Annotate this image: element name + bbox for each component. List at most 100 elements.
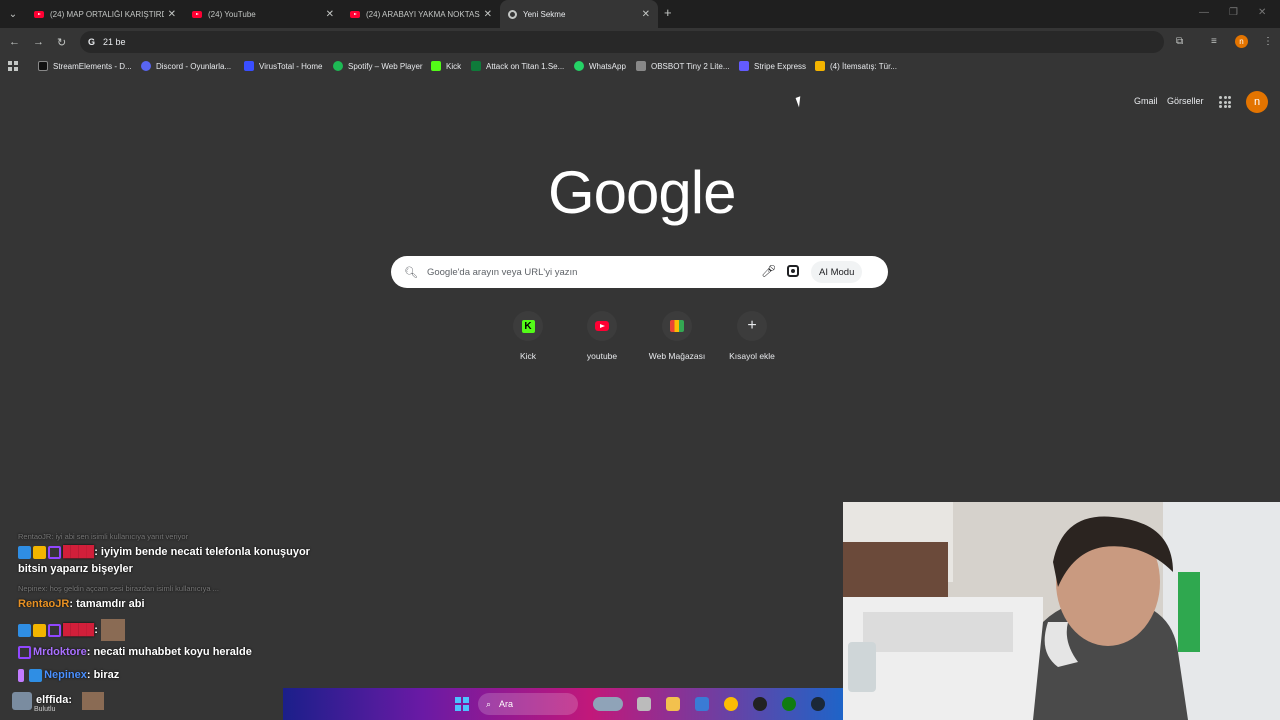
bookmark-stripe[interactable]: Stripe Express: [739, 61, 806, 71]
minimize-icon[interactable]: —: [1199, 7, 1209, 18]
media-controls-icon[interactable]: ≡: [1211, 36, 1217, 47]
bookmark-streamelements[interactable]: StreamElements - D...: [38, 61, 132, 71]
images-link[interactable]: Görseller: [1167, 96, 1204, 106]
tab-yeni-sekme[interactable]: Yeni Sekme ✕: [500, 0, 658, 28]
obsbot-icon: [636, 61, 646, 71]
close-icon[interactable]: ✕: [642, 9, 650, 20]
webcam-image: [843, 502, 1280, 720]
chat-reply-context: RentaoJR: iyi abi sen isimli kullanıcıya…: [18, 532, 189, 541]
virustotal-icon: [244, 61, 254, 71]
youtube-icon: [192, 10, 202, 18]
chat-username: ████: [63, 546, 95, 558]
webcam-overlay: [843, 502, 1280, 720]
tab-label: (24) YouTube: [208, 9, 256, 19]
itemsatis-icon: [815, 61, 825, 71]
bookmark-label: VirusTotal - Home: [259, 61, 323, 71]
chat-text: : necati muhabbet koyu heralde: [86, 646, 252, 658]
stream-chat-overlay: RentaoJR: iyi abi sen isimli kullanıcıya…: [18, 530, 318, 684]
tab-search-button[interactable]: ⌄: [4, 5, 22, 23]
back-icon[interactable]: ←: [9, 36, 20, 48]
weather-label: Bulutlu: [34, 706, 56, 713]
gmail-link[interactable]: Gmail: [1134, 96, 1158, 106]
kick-icon: K: [521, 319, 535, 333]
bookmark-whatsapp[interactable]: WhatsApp: [574, 61, 626, 71]
tab-label: (24) ARABAYI YAKMA NOKTASI: [366, 9, 480, 19]
widget-icon[interactable]: [593, 697, 623, 711]
tab-arabayi-yakma[interactable]: (24) ARABAYI YAKMA NOKTASI ✕: [342, 0, 500, 28]
close-icon[interactable]: ✕: [484, 9, 492, 20]
file-explorer-icon[interactable]: [666, 697, 680, 711]
close-icon[interactable]: ✕: [326, 9, 334, 20]
shortcut-add[interactable]: + Kısayol ekle: [722, 311, 782, 361]
shortcut-label: youtube: [586, 351, 618, 361]
microphone-icon[interactable]: 🎤︎: [761, 264, 776, 278]
chat-message: ████: iyiyim bende necati telefonla konu…: [18, 544, 318, 578]
chat-message: Mrdoktore: necati muhabbet koyu heralde: [18, 644, 318, 661]
bookmark-label: Stripe Express: [754, 61, 807, 71]
emote-icon: [100, 619, 125, 641]
lens-icon[interactable]: [787, 265, 799, 277]
search-box[interactable]: 🔍︎ 🎤︎ AI Modu: [391, 256, 888, 288]
shortcut-web-store[interactable]: Web Mağazası: [647, 311, 707, 361]
taskbar-search[interactable]: ⌕ Ara: [478, 693, 578, 715]
maximize-icon[interactable]: ❐: [1229, 7, 1238, 18]
shortcut-kick[interactable]: K Kick: [498, 311, 558, 361]
web-store-icon: [670, 320, 684, 332]
extensions-icon[interactable]: ⧉: [1176, 36, 1183, 47]
chat-username: Mrdoktore: [33, 646, 87, 658]
forward-icon[interactable]: →: [33, 36, 44, 48]
bookmark-attack-on-titan[interactable]: Attack on Titan 1.Se...: [471, 61, 564, 71]
bookmark-label: OBSBOT Tiny 2 Lite...: [651, 61, 730, 71]
shortcut-label: Kick: [519, 351, 537, 361]
bookmark-discord[interactable]: Discord - Oyunlarla...: [141, 61, 231, 71]
reload-icon[interactable]: ↻: [57, 36, 66, 49]
profile-avatar-small[interactable]: n: [1235, 35, 1248, 48]
tab-youtube[interactable]: (24) YouTube ✕: [184, 0, 342, 28]
logitech-icon[interactable]: [753, 697, 767, 711]
weather-icon: [12, 692, 32, 710]
shortcut-label: Web Mağazası: [648, 351, 706, 361]
bookmark-label: WhatsApp: [589, 61, 626, 71]
whatsapp-icon: [574, 61, 584, 71]
google-apps-icon[interactable]: [1219, 96, 1231, 108]
bookmark-kick[interactable]: Kick: [431, 61, 461, 71]
bookmark-virustotal[interactable]: VirusTotal - Home: [244, 61, 322, 71]
shortcut-youtube[interactable]: youtube: [572, 311, 632, 361]
store-icon[interactable]: [695, 697, 709, 711]
close-icon[interactable]: ✕: [168, 9, 176, 20]
shortcut-icon: K: [513, 311, 543, 341]
badge-icon: [48, 623, 61, 637]
search-icon: ⌕: [486, 698, 492, 709]
bookmark-itemsatis[interactable]: (4) İtemsatış: Tür...: [815, 61, 897, 71]
chat-text: : iyiyim bende necati telefonla konuşuyo…: [18, 546, 310, 575]
chat-username: ████: [63, 623, 95, 636]
emote-icon: [82, 692, 104, 710]
bookmark-spotify[interactable]: Spotify – Web Player: [333, 61, 423, 71]
tab-label: (24) MAP ORTALIĞI KARIŞTIRDI: [50, 9, 164, 19]
new-tab-button[interactable]: +: [664, 5, 672, 20]
address-bar[interactable]: G 21 be: [80, 31, 1164, 53]
chrome-icon[interactable]: [724, 697, 738, 711]
ai-mode-button[interactable]: AI Modu: [811, 261, 863, 283]
tab-label: Yeni Sekme: [523, 9, 566, 19]
search-input[interactable]: [426, 266, 747, 278]
windows-start-icon[interactable]: [455, 697, 469, 711]
bookmark-obsbot[interactable]: OBSBOT Tiny 2 Lite...: [636, 61, 730, 71]
chat-username: Nepinex: [44, 669, 87, 681]
window-close-icon[interactable]: ✕: [1258, 7, 1266, 18]
tab-strip: ⌄ (24) MAP ORTALIĞI KARIŞTIRDI ✕ (24) Yo…: [0, 0, 1280, 28]
steam-icon[interactable]: [811, 697, 825, 711]
kick-icon: [431, 61, 441, 71]
tab-map-ortaligi[interactable]: (24) MAP ORTALIĞI KARIŞTIRDI ✕: [26, 0, 184, 28]
shortcut-icon: [587, 311, 617, 341]
google-logo: Google: [548, 159, 736, 226]
avatar[interactable]: n: [1246, 91, 1268, 113]
xbox-icon[interactable]: [782, 697, 796, 711]
badge-icon: [48, 545, 61, 559]
stripe-icon: [739, 61, 749, 71]
chat-message: ████:: [18, 619, 318, 641]
bookmark-label: StreamElements - D...: [53, 61, 132, 71]
menu-icon[interactable]: ⋮: [1263, 36, 1273, 47]
task-view-icon[interactable]: [637, 697, 651, 711]
badge-icon: [18, 545, 31, 559]
